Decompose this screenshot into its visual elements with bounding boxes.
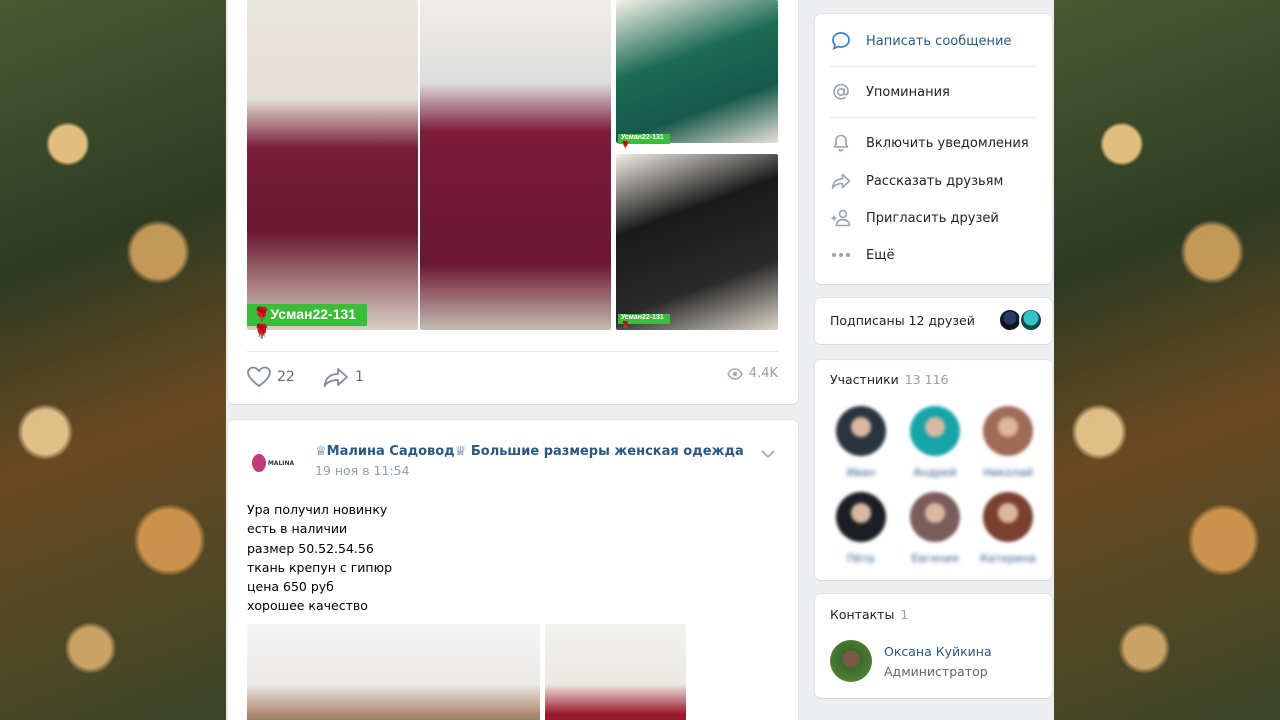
post-photo[interactable]: [616, 154, 778, 330]
share-arrow-icon: [323, 368, 348, 387]
member-name: Катерина: [980, 552, 1036, 565]
bell-icon: [830, 132, 852, 154]
avatar: [836, 406, 886, 456]
post-menu-chevron[interactable]: [760, 448, 776, 463]
post-photo[interactable]: [247, 0, 418, 330]
menu-item-label: Ещё: [866, 247, 895, 263]
member-name: Иван: [846, 466, 876, 479]
contacts-title[interactable]: Контакты 1: [830, 607, 908, 622]
chat-bubble-icon: [830, 30, 852, 52]
post-text-line: Ура получил новинку: [247, 502, 388, 517]
post-photo[interactable]: [420, 0, 611, 330]
member-name: Николай: [983, 466, 1033, 479]
members-block: Участники 13 116 Иван Андрей Николай Пётр Евг…: [815, 360, 1052, 580]
members-title-label: Участники: [830, 372, 899, 387]
background-left: [0, 0, 226, 720]
share-with-friends-button[interactable]: Рассказать друзьям: [830, 170, 1003, 192]
menu-item-label: Рассказать друзьям: [866, 173, 1004, 189]
raspberry-logo-icon: [251, 454, 266, 472]
post-author-link[interactable]: ♕Малина Садовод♕ Большие размеры женская…: [315, 444, 744, 459]
enable-notifications-button[interactable]: Включить уведомления: [830, 132, 1029, 154]
contacts-title-label: Контакты: [830, 607, 895, 622]
avatar[interactable]: [830, 640, 872, 682]
post-text-line: размер 50.52.54.56: [247, 540, 374, 556]
eye-icon: [726, 367, 743, 380]
menu-item-label: Написать сообщение: [866, 33, 1012, 49]
post-photo[interactable]: [545, 624, 686, 720]
add-user-icon: [830, 207, 852, 229]
post-text-line: есть в наличии: [247, 521, 348, 537]
friends-subscribed-block[interactable]: Подписаны 12 друзей: [815, 298, 1052, 344]
logo-text: MALINA: [267, 459, 295, 467]
divider: [830, 66, 1037, 67]
post-date[interactable]: 19 ноя в 11:54: [315, 463, 410, 478]
heart-icon: [247, 366, 271, 388]
photo-watermark-tag: Усман22-131🌹: [618, 314, 670, 329]
wall-post: 🌹Усман22-131🌹 Усман22-131🌹 Усман22-131🌹 …: [228, 0, 798, 404]
friends-subscribed-label: Подписаны 12 друзей: [830, 313, 975, 328]
member-item[interactable]: Николай: [980, 406, 1036, 479]
post-text-line: хорошее качество: [247, 598, 368, 614]
photo-watermark-tag: Усман22-131🌹: [618, 134, 670, 149]
contact-name-link[interactable]: Оксана Куйкина: [884, 644, 992, 659]
invite-friends-button[interactable]: Пригласить друзей: [830, 207, 999, 229]
post-text-line: цена 650 руб: [247, 579, 334, 595]
community-page: 🌹Усман22-131🌹 Усман22-131🌹 Усман22-131🌹 …: [226, 0, 1054, 720]
member-item[interactable]: Андрей: [907, 406, 963, 479]
share-arrow-icon: [830, 170, 852, 192]
view-count: 4.4K: [748, 366, 778, 381]
community-actions-menu: Написать сообщение Упоминания Включить у…: [815, 14, 1052, 284]
menu-item-label: Упоминания: [866, 84, 950, 100]
mentions-button[interactable]: Упоминания: [830, 81, 950, 103]
avatar: [910, 406, 960, 456]
background-right: [1054, 0, 1280, 720]
post-text-line: ткань крепун с гипюр: [247, 559, 393, 575]
more-button[interactable]: Ещё: [830, 244, 894, 266]
menu-item-label: Пригласить друзей: [866, 210, 999, 226]
write-message-button[interactable]: Написать сообщение: [830, 30, 1011, 52]
avatar: [983, 406, 1033, 456]
contact-role: Администратор: [884, 664, 988, 679]
post-text: Ура получил новинку есть в наличии разме…: [247, 500, 392, 616]
views-counter: 4.4K: [726, 366, 778, 381]
member-item[interactable]: Евгения: [907, 492, 963, 565]
chevron-down-icon: [761, 450, 775, 459]
like-button[interactable]: 22: [247, 366, 295, 388]
wall-post: MALINA ♕Малина Садовод♕ Большие размеры …: [228, 420, 798, 720]
member-item[interactable]: Иван: [833, 406, 889, 479]
member-item[interactable]: Пётр: [833, 492, 889, 565]
post-actions: 22 1 4.4K: [247, 366, 778, 390]
photo-watermark-tag: 🌹Усман22-131🌹: [247, 304, 367, 339]
at-sign-icon: [830, 81, 852, 103]
avatar: [983, 492, 1033, 542]
contacts-block: Контакты 1 Оксана Куйкина Администратор: [815, 594, 1052, 698]
like-count: 22: [277, 369, 295, 385]
member-name: Андрей: [913, 466, 957, 479]
menu-item-label: Включить уведомления: [866, 135, 1029, 151]
friend-avatar[interactable]: [1019, 308, 1043, 332]
member-name: Пётр: [846, 552, 876, 565]
share-button[interactable]: 1: [323, 366, 364, 388]
avatar: [836, 492, 886, 542]
community-avatar[interactable]: MALINA: [247, 444, 299, 482]
divider: [830, 117, 1037, 118]
post-photo[interactable]: [247, 624, 540, 720]
avatar: [910, 492, 960, 542]
members-title[interactable]: Участники 13 116: [830, 372, 949, 387]
share-count: 1: [355, 369, 364, 385]
more-dots-icon: [830, 244, 852, 266]
divider: [247, 351, 778, 352]
contacts-count: 1: [900, 607, 909, 622]
members-count: 13 116: [904, 372, 949, 387]
member-item[interactable]: Катерина: [980, 492, 1036, 565]
member-name: Евгения: [911, 552, 959, 565]
post-photo[interactable]: [616, 0, 778, 143]
